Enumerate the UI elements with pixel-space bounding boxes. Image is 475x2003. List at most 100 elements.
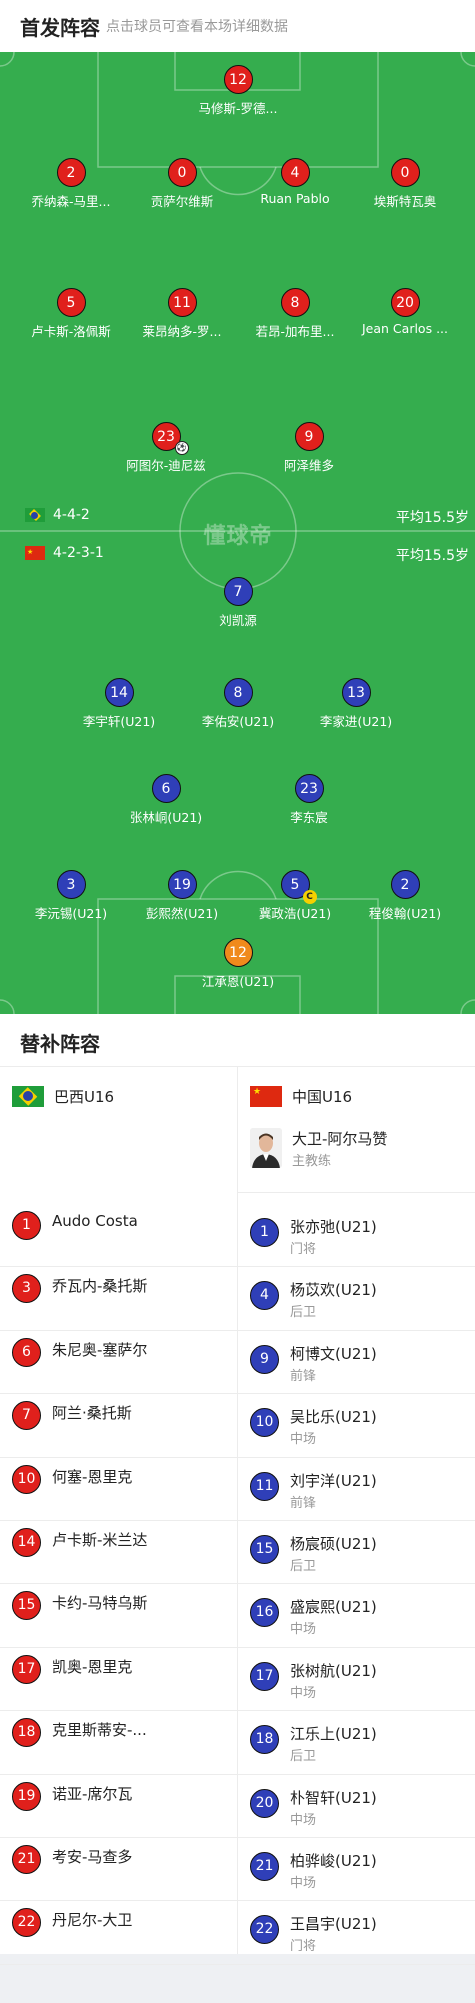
divider: [0, 1710, 475, 1712]
player-name: 彭熙然(U21): [145, 906, 219, 921]
home-sub-row[interactable]: 19 诺亚-席尔瓦: [0, 1770, 237, 1833]
away-player-5[interactable]: 23 李东宸: [254, 774, 364, 826]
player-number: 12: [229, 945, 247, 961]
player-name: 江承恩(U21): [201, 974, 275, 989]
home-player-4[interactable]: 0 埃斯特瓦奥: [350, 158, 460, 210]
sub-player-name: 卢卡斯-米兰达: [52, 1531, 148, 1549]
home-player-9[interactable]: 23 ⚽ 阿图尔-迪尼兹: [111, 422, 221, 474]
sub-number-badge: 4: [250, 1281, 279, 1311]
home-sub-row[interactable]: 6 朱尼奥-塞萨尔: [0, 1326, 237, 1389]
sub-number-badge: 18: [12, 1718, 41, 1748]
divider: [0, 1520, 475, 1521]
sub-player-name: 凯奥-恩里克: [52, 1657, 133, 1676]
player-number: 3: [66, 877, 76, 893]
home-sub-row[interactable]: 1 Audo Costa: [0, 1199, 237, 1262]
away-player-9[interactable]: 2 程俊翰(U21): [350, 870, 460, 922]
coach-name: 大卫-阿尔马赞: [292, 1130, 388, 1148]
player-name: 埃斯特瓦奥: [373, 194, 437, 209]
player-number: 0: [400, 165, 410, 181]
watermark-logo: 懂球帝: [203, 524, 273, 549]
home-sub-row[interactable]: 7 阿兰·桑托斯: [0, 1389, 237, 1452]
player-number: 9: [304, 429, 314, 445]
player-name: 李沅锡(U21): [34, 906, 108, 921]
player-name: 阿图尔-迪尼兹: [126, 458, 206, 473]
home-sub-row[interactable]: 18 克里斯蒂安-...: [0, 1706, 237, 1769]
away-sub-row[interactable]: 18 江乐上(U21) 后卫: [238, 1713, 475, 1776]
away-formation-row: ★ 4-2-3-1: [25, 545, 104, 561]
away-player-1[interactable]: 14 李宇轩(U21): [64, 678, 174, 730]
away-player-0[interactable]: 7 刘凯源: [183, 577, 293, 629]
away-sub-row[interactable]: 21 柏骅峻(U21) 中场: [238, 1840, 475, 1903]
away-player-2[interactable]: 8 李佑安(U21): [183, 678, 293, 730]
away-player-7[interactable]: 19 彭熙然(U21): [127, 870, 237, 922]
away-avg-age: 平均15.5岁: [395, 548, 469, 564]
home-formation-row: 4-4-2: [25, 507, 90, 523]
home-sub-row[interactable]: 14 卢卡斯-米兰达: [0, 1516, 237, 1579]
home-player-3[interactable]: 4 Ruan Pablo: [240, 158, 350, 206]
sub-number-badge: 18: [250, 1725, 279, 1755]
home-sub-row[interactable]: 22 丹尼尔-大卫: [0, 1896, 237, 1959]
home-player-7[interactable]: 8 若昂-加布里...: [240, 288, 350, 340]
player-number: 8: [290, 295, 300, 311]
home-player-0[interactable]: 12 马修斯-罗德...: [183, 65, 293, 117]
sub-player-name: 克里斯蒂安-...: [52, 1721, 147, 1740]
home-team-name: 巴西U16: [54, 1088, 115, 1106]
away-player-6[interactable]: 3 李沅锡(U21): [16, 870, 126, 922]
away-player-8[interactable]: 5 C 冀政浩(U21): [240, 870, 350, 922]
away-sub-row[interactable]: 17 张树航(U21) 中场: [238, 1650, 475, 1713]
home-player-10[interactable]: 9 阿泽维多: [254, 422, 364, 474]
sub-number-badge: 11: [250, 1471, 279, 1501]
home-sub-row[interactable]: 3 乔瓦内-桑托斯: [0, 1262, 237, 1325]
home-player-8[interactable]: 20 Jean Carlos ...: [350, 288, 460, 336]
player-number-badge: 14: [104, 678, 134, 707]
home-player-2[interactable]: 0 贡萨尔维斯: [127, 158, 237, 210]
player-name: 阿泽维多: [283, 458, 334, 473]
away-sub-row[interactable]: 20 朴智轩(U21) 中场: [238, 1777, 475, 1840]
away-sub-row[interactable]: 15 杨宸硕(U21) 后卫: [238, 1523, 475, 1586]
sub-player-position: 后卫: [290, 1305, 317, 1321]
home-sub-row[interactable]: 10 何塞-恩里克: [0, 1453, 237, 1516]
player-name: 李宇轩(U21): [82, 714, 156, 729]
player-number-badge: 23: [294, 774, 324, 803]
player-name: 卢卡斯-洛佩斯: [31, 324, 111, 339]
lineup-subtitle: 点击球员可查看本场详细数据: [106, 19, 288, 35]
away-player-10[interactable]: 12 江承恩(U21): [183, 938, 293, 990]
player-number: 5: [66, 295, 76, 311]
player-number: 19: [173, 877, 191, 893]
away-sub-row[interactable]: 22 王昌宇(U21) 门将: [238, 1903, 475, 1966]
sub-player-name: 诺亚-席尔瓦: [52, 1784, 133, 1803]
player-name: 刘凯源: [219, 613, 257, 628]
sub-player-name: 朱尼奥-塞萨尔: [52, 1340, 148, 1359]
away-sub-row[interactable]: 1 张亦弛(U21) 门将: [238, 1206, 475, 1269]
player-number-badge: 3: [56, 870, 86, 899]
sub-player-position: 中场: [290, 1432, 317, 1448]
pitch: 懂球帝 4-4-2 平均15.5岁 ★ 4-2-3-1 平均15.5岁 12 马修…: [0, 52, 475, 1014]
sub-player-name: 王昌宇(U21): [290, 1915, 377, 1934]
away-sub-row[interactable]: 4 杨苡欢(U21) 后卫: [238, 1269, 475, 1332]
away-sub-row[interactable]: 11 刘宇洋(U21) 前锋: [238, 1460, 475, 1523]
home-player-5[interactable]: 5 卢卡斯-洛佩斯: [16, 288, 126, 340]
away-sub-row[interactable]: 9 柯博文(U21) 前锋: [238, 1333, 475, 1396]
sub-number-badge: 22: [250, 1915, 279, 1945]
home-sub-row[interactable]: 17 凯奥-恩里克: [0, 1643, 237, 1706]
sub-player-name: 张树航(U21): [290, 1661, 377, 1680]
home-player-6[interactable]: 11 莱昂纳多-罗...: [127, 288, 237, 340]
divider: [0, 1963, 475, 1965]
sub-player-name: 丹尼尔-大卫: [52, 1911, 133, 1930]
player-number-badge: 5: [56, 288, 86, 317]
soccer-ball-icon: ⚽: [174, 441, 189, 455]
home-sub-row[interactable]: 15 卡约-马特乌斯: [0, 1579, 237, 1642]
home-player-1[interactable]: 2 乔纳森-马里...: [16, 158, 126, 210]
away-player-4[interactable]: 6 张林峒(U21): [111, 774, 221, 826]
player-number: 20: [396, 295, 414, 311]
sub-number-badge: 7: [12, 1401, 41, 1431]
away-sub-row[interactable]: 10 吴比乐(U21) 中场: [238, 1396, 475, 1459]
substitutes-section: 替补阵容 巴西U16 ★ 中国U16 大卫-阿尔马赞 主教练 1 Audo Cos…: [0, 1014, 475, 1965]
divider: [0, 1773, 475, 1775]
player-number: 4: [290, 165, 300, 181]
away-player-3[interactable]: 13 李家进(U21): [301, 678, 411, 730]
home-sub-row[interactable]: 21 考安-马查多: [0, 1833, 237, 1896]
away-sub-row[interactable]: 16 盛宸熙(U21) 中场: [238, 1586, 475, 1649]
sub-player-position: 后卫: [290, 1559, 317, 1574]
sub-player-name: 乔瓦内-桑托斯: [52, 1277, 148, 1296]
